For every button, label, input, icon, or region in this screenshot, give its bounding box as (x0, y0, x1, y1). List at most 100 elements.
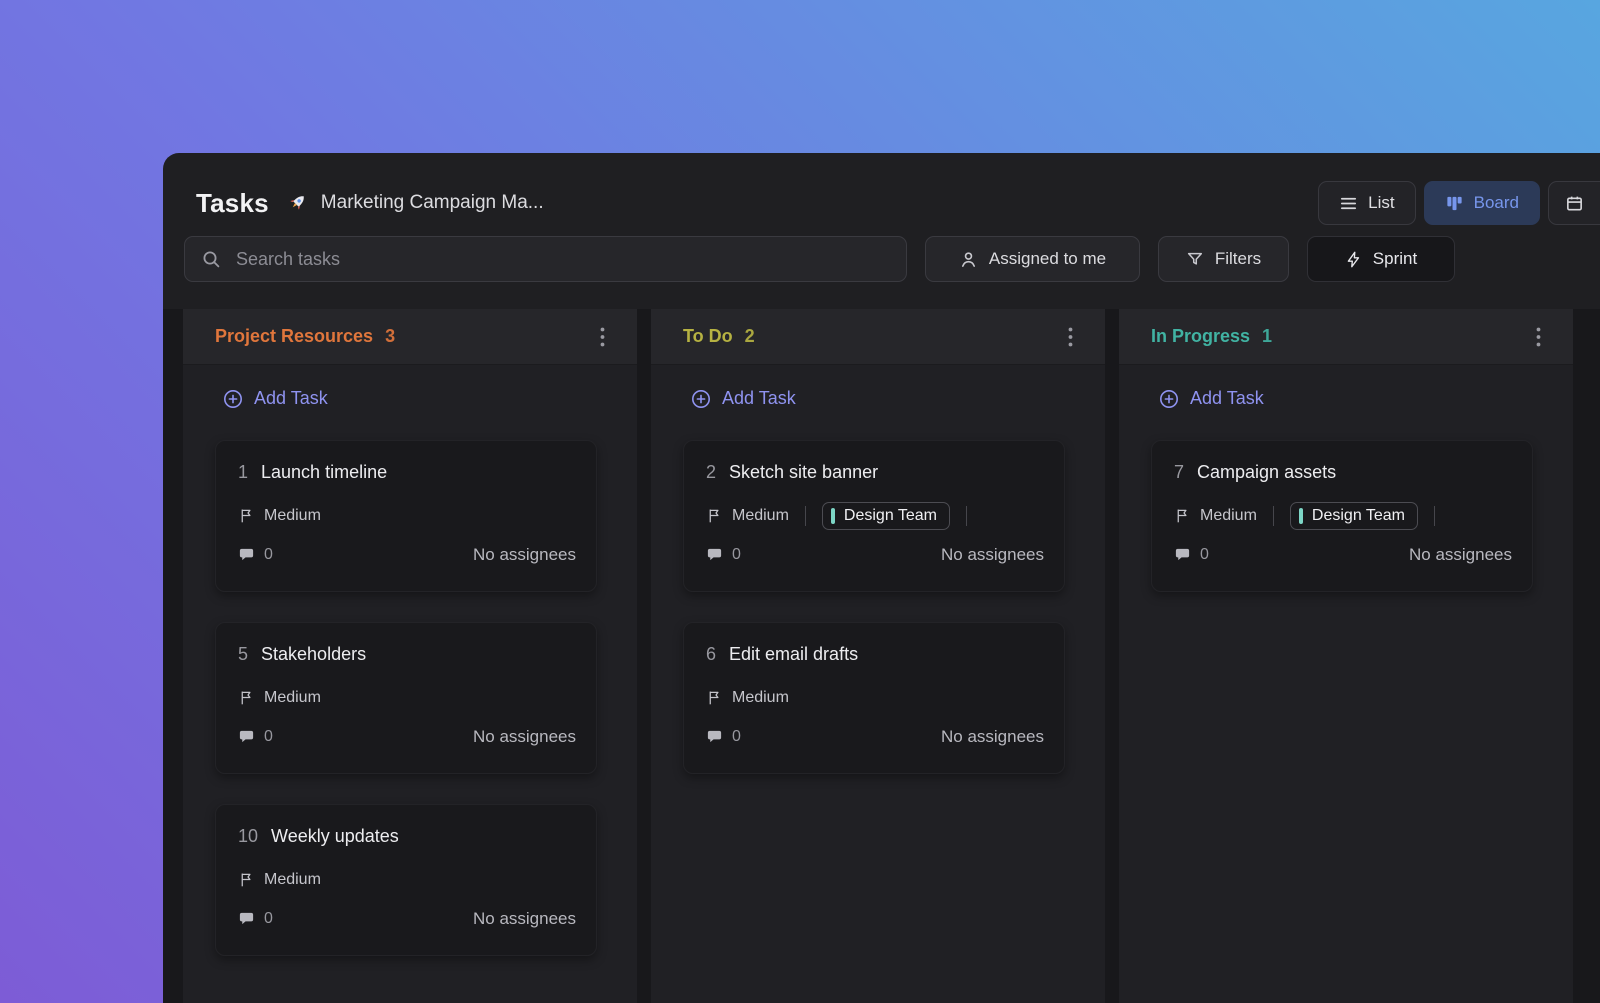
card-title-row: 7 Campaign assets (1174, 462, 1512, 483)
comment-count: 0 (264, 545, 273, 563)
column-body: Add Task 2 Sketch site banner Medium Des… (651, 365, 1105, 1003)
meta-divider (966, 505, 967, 526)
flag-icon (238, 507, 255, 524)
column-header: To Do 2 (651, 309, 1105, 365)
task-card[interactable]: 1 Launch timeline Medium 0 No assignees (215, 439, 597, 592)
filters-button[interactable]: Filters (1158, 236, 1289, 282)
flag-icon (238, 871, 255, 888)
comment-icon (238, 546, 255, 563)
add-task-label: Add Task (254, 388, 328, 408)
task-card[interactable]: 10 Weekly updates Medium 0 No assignees (215, 803, 597, 956)
card-list: 2 Sketch site banner Medium Design Team … (651, 439, 1105, 794)
card-title-row: 1 Launch timeline (238, 462, 576, 483)
tag-accent-bar (1298, 507, 1303, 524)
task-card[interactable]: 6 Edit email drafts Medium 0 No assignee… (683, 621, 1065, 774)
toolbar: Assigned to me Filters Sprint (163, 227, 1600, 282)
meta-divider (1434, 505, 1435, 526)
calendar-view-button[interactable] (1548, 181, 1600, 225)
task-id: 2 (706, 461, 717, 482)
assigned-to-me-button[interactable]: Assigned to me (925, 236, 1140, 282)
task-title: Campaign assets (1197, 461, 1337, 482)
comment-count: 0 (1200, 545, 1209, 563)
add-task-label: Add Task (722, 388, 796, 408)
comment-icon (1174, 546, 1191, 563)
card-footer-row: 0 No assignees (238, 545, 576, 565)
column-count: 1 (1262, 326, 1273, 346)
tag-design-team[interactable]: Design Team (821, 501, 950, 530)
card-meta-row: Medium Design Team (706, 501, 1044, 530)
task-card[interactable]: 5 Stakeholders Medium 0 No assignees (215, 621, 597, 774)
list-view-button[interactable]: List (1318, 181, 1416, 225)
column-header: In Progress 1 (1119, 309, 1573, 365)
task-id: 10 (238, 825, 259, 846)
comment-icon (238, 910, 255, 927)
column-in-progress: In Progress 1 Add Task 7 Campaign assets… (1119, 309, 1573, 1003)
task-title: Launch timeline (261, 461, 388, 482)
plus-circle-icon (1159, 389, 1179, 409)
plus-circle-icon (691, 389, 711, 409)
add-task-button[interactable]: Add Task (685, 387, 802, 410)
sprint-label: Sprint (1372, 249, 1418, 268)
flag-icon (706, 689, 723, 706)
assignees-label: No assignees (472, 726, 576, 746)
flag-icon (238, 689, 255, 706)
assignees-label: No assignees (472, 544, 576, 564)
meta-divider (804, 505, 806, 526)
priority-label: Medium (732, 506, 789, 524)
tag-label: Design Team (843, 506, 937, 524)
column-count: 3 (385, 326, 396, 346)
add-task-button[interactable]: Add Task (1153, 387, 1270, 410)
priority-label: Medium (1200, 506, 1257, 524)
column-to-do: To Do 2 Add Task 2 Sketch site banner Me… (651, 309, 1105, 1003)
column-project-resources: Project Resources 3 Add Task 1 Launch ti… (183, 309, 637, 1003)
list-view-label: List (1368, 193, 1395, 212)
person-icon (959, 250, 978, 269)
kanban-board: Project Resources 3 Add Task 1 Launch ti… (163, 309, 1600, 1003)
ellipsis-icon (1536, 327, 1541, 346)
search-icon (201, 249, 221, 269)
comment-count: 0 (264, 909, 273, 927)
priority-label: Medium (264, 506, 321, 524)
search-input[interactable] (234, 247, 890, 271)
tasks-app-window: Tasks Marketing Campaign Ma... List Boar… (163, 153, 1600, 1003)
comment-icon (706, 546, 723, 563)
filter-icon (1186, 250, 1204, 268)
priority-label: Medium (732, 688, 789, 706)
assignees-label: No assignees (940, 726, 1044, 746)
sprint-button[interactable]: Sprint (1307, 236, 1455, 282)
task-id: 5 (238, 643, 249, 664)
column-menu-button[interactable] (1532, 321, 1545, 353)
task-id: 7 (1174, 461, 1185, 482)
card-meta-row: Medium Design Team (1174, 501, 1512, 530)
ellipsis-icon (600, 327, 605, 346)
column-header: Project Resources 3 (183, 309, 637, 365)
comment-count: 0 (264, 727, 273, 745)
task-card[interactable]: 7 Campaign assets Medium Design Team 0 N… (1151, 439, 1533, 592)
board-view-button[interactable]: Board (1423, 181, 1540, 225)
comment-count: 0 (732, 545, 741, 563)
list-icon (1339, 194, 1358, 213)
board-icon (1445, 194, 1464, 213)
add-task-button[interactable]: Add Task (217, 387, 334, 410)
card-list: 1 Launch timeline Medium 0 No assignees … (183, 439, 637, 976)
ellipsis-icon (1068, 327, 1073, 346)
column-menu-button[interactable] (596, 321, 609, 353)
tag-design-team[interactable]: Design Team (1289, 501, 1418, 530)
task-title: Edit email drafts (729, 643, 859, 664)
task-title: Weekly updates (271, 825, 399, 846)
comment-icon (706, 728, 723, 745)
column-body: Add Task 7 Campaign assets Medium Design… (1119, 365, 1573, 1003)
project-name: Marketing Campaign Ma... (320, 192, 544, 213)
column-title: To Do (683, 326, 733, 346)
column-menu-button[interactable] (1064, 321, 1077, 353)
assignees-label: No assignees (472, 908, 576, 928)
task-id: 1 (238, 461, 249, 482)
add-task-label: Add Task (1190, 388, 1264, 408)
column-count: 2 (744, 326, 755, 346)
lightning-icon (1345, 251, 1362, 268)
task-title: Sketch site banner (729, 461, 879, 482)
comment-icon (238, 728, 255, 745)
task-card[interactable]: 2 Sketch site banner Medium Design Team … (683, 439, 1065, 592)
card-title-row: 2 Sketch site banner (706, 462, 1044, 483)
search-box (184, 236, 907, 282)
